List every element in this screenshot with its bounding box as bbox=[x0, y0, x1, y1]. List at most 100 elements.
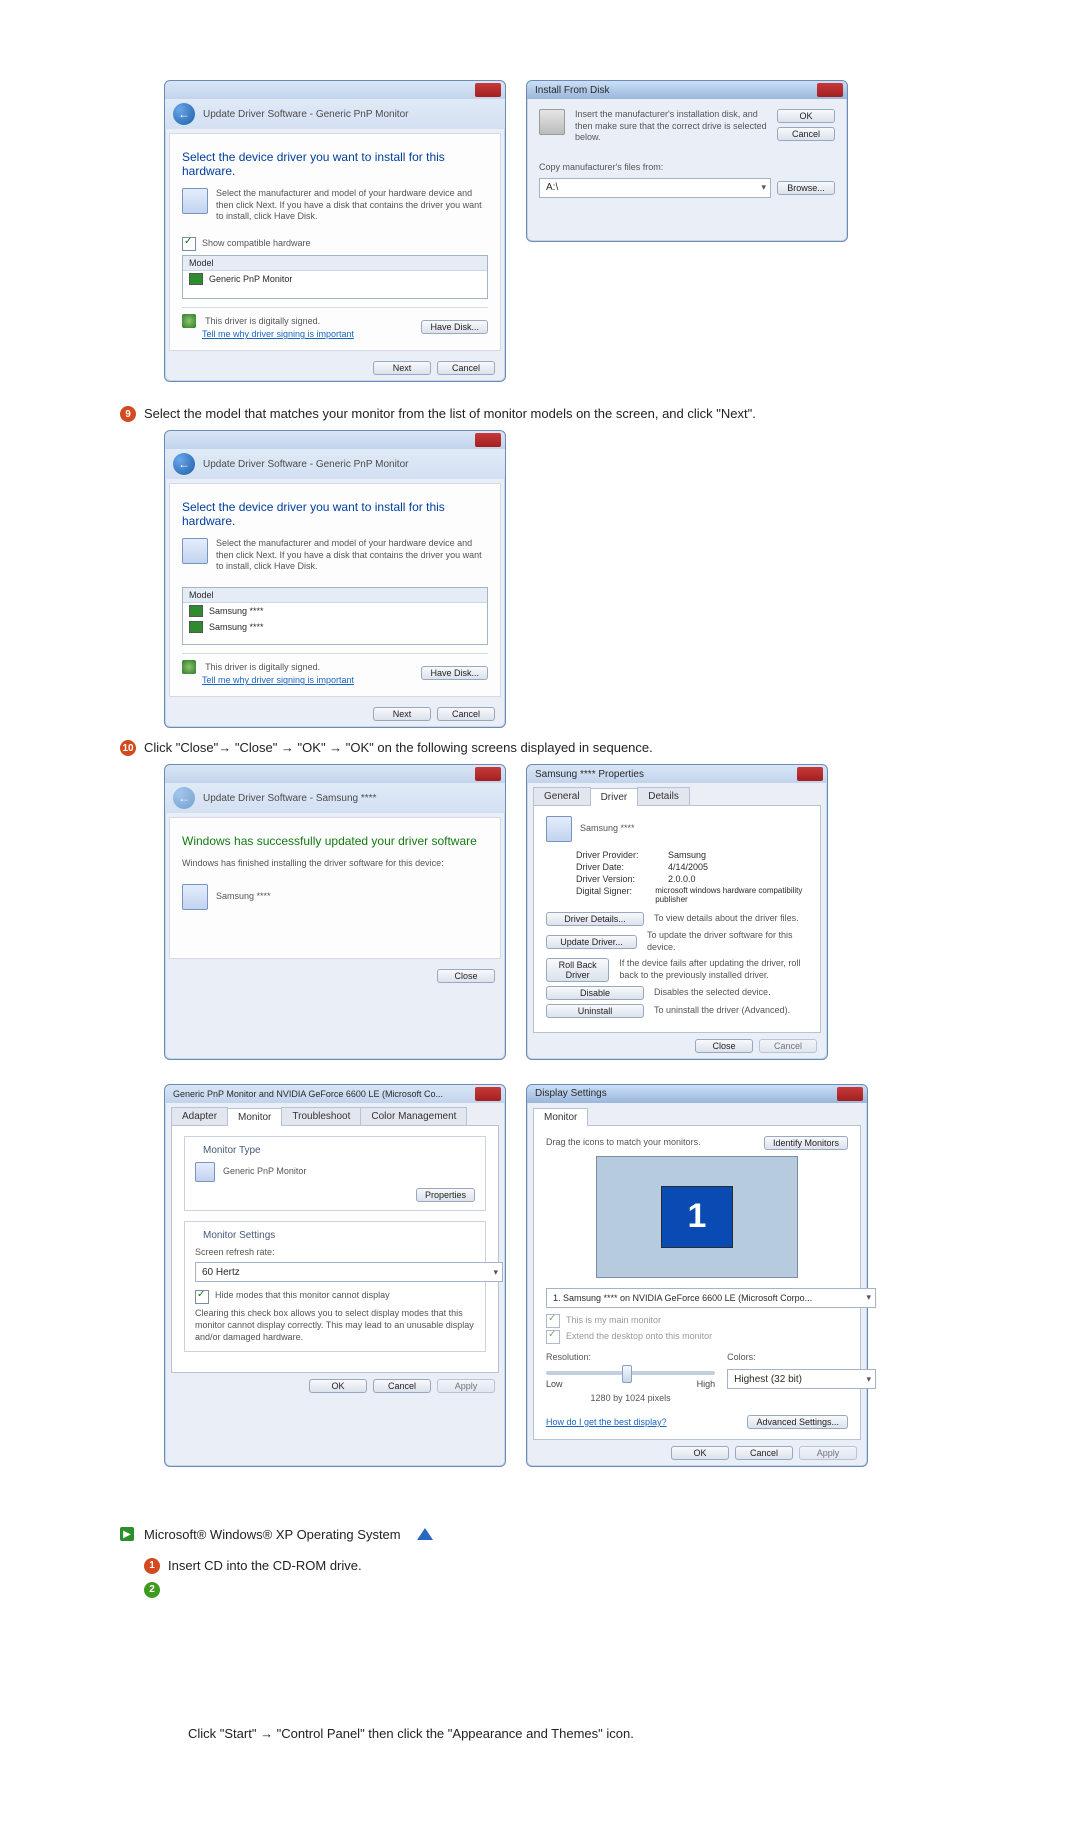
model-listbox[interactable]: Model Generic PnP Monitor bbox=[182, 255, 488, 299]
back-icon[interactable]: ← bbox=[173, 453, 195, 475]
disable-button[interactable]: Disable bbox=[546, 986, 644, 1000]
close-button[interactable]: Close bbox=[437, 969, 495, 983]
driver-icon bbox=[182, 188, 208, 214]
xp-instruction-2: Click "Start" → "Control Panel" then cli… bbox=[188, 1726, 960, 1741]
device-dropdown[interactable]: 1. Samsung **** on NVIDIA GeForce 6600 L… bbox=[546, 1288, 876, 1308]
ok-button[interactable]: OK bbox=[309, 1379, 367, 1393]
properties-button[interactable]: Properties bbox=[416, 1188, 475, 1202]
monitor-icon[interactable]: 1 bbox=[661, 1186, 733, 1248]
heading: Windows has successfully updated your dr… bbox=[182, 834, 488, 848]
window-title: Display Settings bbox=[535, 1088, 607, 1099]
signing-link[interactable]: Tell me why driver signing is important bbox=[202, 675, 354, 685]
help-link[interactable]: How do I get the best display? bbox=[546, 1417, 667, 1427]
tab-monitor[interactable]: Monitor bbox=[227, 1108, 282, 1126]
window-install-from-disk: Install From Disk Insert the manufacture… bbox=[526, 80, 848, 242]
close-icon[interactable] bbox=[797, 767, 823, 781]
slider-thumb-icon[interactable] bbox=[622, 1365, 632, 1383]
titlebar bbox=[165, 431, 505, 449]
cancel-button[interactable]: Cancel bbox=[777, 127, 835, 141]
window-title: Install From Disk bbox=[535, 85, 609, 96]
disk-icon bbox=[539, 109, 565, 135]
tab-details[interactable]: Details bbox=[637, 787, 690, 805]
list-item[interactable]: Generic PnP Monitor bbox=[183, 271, 487, 287]
close-icon[interactable] bbox=[817, 83, 843, 97]
close-icon[interactable] bbox=[475, 1087, 501, 1101]
list-item[interactable]: Samsung **** bbox=[183, 619, 487, 635]
next-button[interactable]: Next bbox=[373, 707, 431, 721]
rollback-driver-button[interactable]: Roll Back Driver bbox=[546, 958, 609, 982]
back-to-top-icon[interactable] bbox=[417, 1528, 433, 1540]
cancel-button: Cancel bbox=[759, 1039, 817, 1053]
breadcrumb: ← Update Driver Software - Samsung **** bbox=[165, 783, 505, 813]
window-update-driver-success: ← Update Driver Software - Samsung **** … bbox=[164, 764, 506, 1059]
window-update-driver-model-list: ← Update Driver Software - Generic PnP M… bbox=[164, 430, 506, 728]
have-disk-button[interactable]: Have Disk... bbox=[421, 320, 488, 334]
step-number-icon: 10 bbox=[120, 740, 136, 756]
apply-button: Apply bbox=[799, 1446, 857, 1460]
xp-step-1: 1 Insert CD into the CD-ROM drive. bbox=[144, 1558, 960, 1574]
tab-monitor[interactable]: Monitor bbox=[533, 1108, 588, 1126]
tab-driver[interactable]: Driver bbox=[590, 788, 639, 806]
tab-adapter[interactable]: Adapter bbox=[171, 1107, 228, 1125]
window-title: Generic PnP Monitor and NVIDIA GeForce 6… bbox=[173, 1089, 443, 1099]
browse-button[interactable]: Browse... bbox=[777, 181, 835, 195]
install-hint: Select the manufacturer and model of you… bbox=[216, 188, 488, 223]
show-compatible-checkbox[interactable]: Show compatible hardware bbox=[182, 237, 488, 251]
ok-button[interactable]: OK bbox=[777, 109, 835, 123]
driver-icon bbox=[182, 538, 208, 564]
resolution-slider[interactable] bbox=[546, 1371, 715, 1375]
uninstall-button[interactable]: Uninstall bbox=[546, 1004, 644, 1018]
breadcrumb-text: Update Driver Software - Generic PnP Mon… bbox=[203, 109, 408, 120]
driver-details-button[interactable]: Driver Details... bbox=[546, 912, 644, 926]
driver-icon bbox=[546, 816, 572, 842]
monitor-icon bbox=[189, 621, 203, 633]
step-9-text: Select the model that matches your monit… bbox=[144, 406, 756, 421]
close-icon[interactable] bbox=[837, 1087, 863, 1101]
group-monitor-settings: Monitor Settings bbox=[199, 1230, 279, 1241]
close-icon[interactable] bbox=[475, 433, 501, 447]
close-icon[interactable] bbox=[475, 767, 501, 781]
monitor-type-value: Generic PnP Monitor bbox=[223, 1166, 306, 1178]
breadcrumb: ← Update Driver Software - Generic PnP M… bbox=[165, 449, 505, 479]
cancel-button[interactable]: Cancel bbox=[735, 1446, 793, 1460]
extend-desktop-checkbox: Extend the desktop onto this monitor bbox=[546, 1330, 848, 1344]
step-number-icon: 2 bbox=[144, 1582, 160, 1598]
install-hint: Select the manufacturer and model of you… bbox=[216, 538, 488, 573]
step-9: 9 Select the model that matches your mon… bbox=[120, 406, 960, 422]
cancel-button[interactable]: Cancel bbox=[373, 1379, 431, 1393]
tab-general[interactable]: General bbox=[533, 787, 591, 805]
close-button[interactable]: Close bbox=[695, 1039, 753, 1053]
hide-modes-hint: Clearing this check box allows you to se… bbox=[195, 1308, 475, 1343]
monitor-icon bbox=[189, 273, 203, 285]
have-disk-button[interactable]: Have Disk... bbox=[421, 666, 488, 680]
ok-button[interactable]: OK bbox=[671, 1446, 729, 1460]
identify-button[interactable]: Identify Monitors bbox=[764, 1136, 848, 1150]
signing-link[interactable]: Tell me why driver signing is important bbox=[202, 329, 354, 339]
refresh-label: Screen refresh rate: bbox=[195, 1247, 475, 1259]
cancel-button[interactable]: Cancel bbox=[437, 707, 495, 721]
update-driver-button[interactable]: Update Driver... bbox=[546, 935, 637, 949]
step-number-icon: 1 bbox=[144, 1558, 160, 1574]
device-name: Samsung **** bbox=[216, 891, 271, 903]
list-item[interactable]: Samsung **** bbox=[183, 603, 487, 619]
hide-modes-checkbox[interactable]: Hide modes that this monitor cannot disp… bbox=[195, 1290, 475, 1304]
subtext: Windows has finished installing the driv… bbox=[182, 858, 488, 870]
monitor-preview[interactable]: 1 bbox=[596, 1156, 798, 1278]
titlebar: Install From Disk bbox=[527, 81, 847, 99]
colors-dropdown[interactable]: Highest (32 bit) bbox=[727, 1369, 876, 1389]
tab-troubleshoot[interactable]: Troubleshoot bbox=[281, 1107, 361, 1125]
signed-text: This driver is digitally signed. bbox=[205, 316, 320, 326]
close-icon[interactable] bbox=[475, 83, 501, 97]
tab-color-management[interactable]: Color Management bbox=[360, 1107, 467, 1125]
back-icon[interactable]: ← bbox=[173, 103, 195, 125]
refresh-dropdown[interactable]: 60 Hertz bbox=[195, 1262, 503, 1282]
model-listbox[interactable]: Model Samsung **** Samsung **** bbox=[182, 587, 488, 645]
advanced-settings-button[interactable]: Advanced Settings... bbox=[747, 1415, 848, 1429]
next-button[interactable]: Next bbox=[373, 361, 431, 375]
cancel-button[interactable]: Cancel bbox=[437, 361, 495, 375]
xp-step-2: 2 bbox=[144, 1582, 960, 1598]
step-number-icon: 9 bbox=[120, 406, 136, 422]
tabs: Monitor bbox=[533, 1107, 861, 1126]
path-dropdown[interactable]: A:\ bbox=[539, 178, 771, 198]
window-device-properties: Samsung **** Properties General Driver D… bbox=[526, 764, 828, 1059]
